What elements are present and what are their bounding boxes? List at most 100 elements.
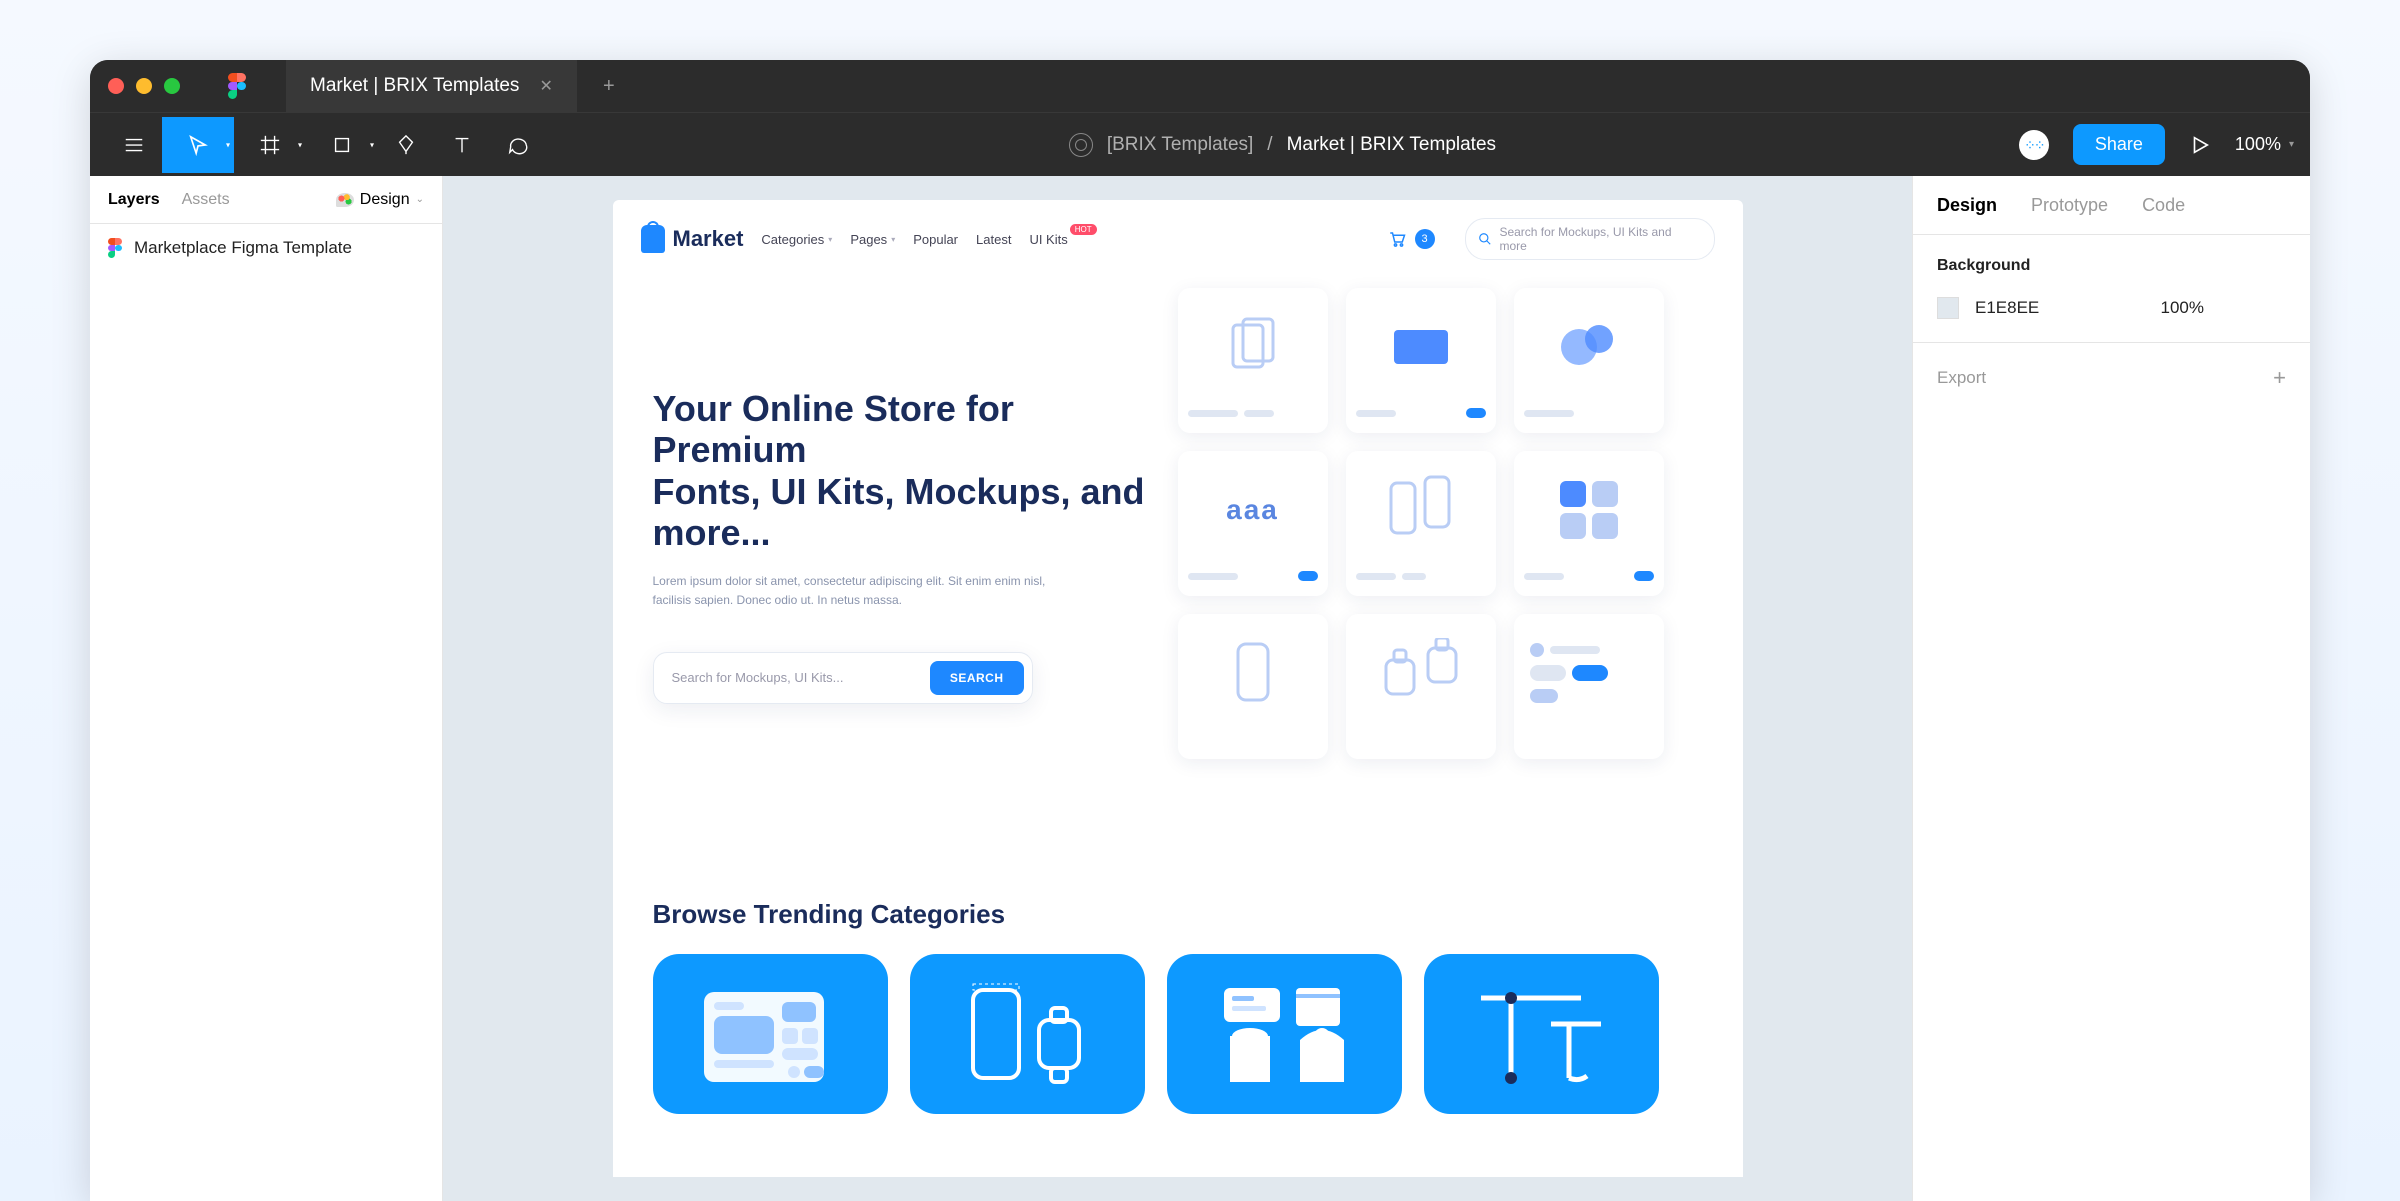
- product-card[interactable]: [1514, 288, 1664, 433]
- background-row[interactable]: E1E8EE 100%: [1937, 295, 2286, 320]
- chevron-down-icon: ▾: [828, 235, 832, 244]
- site-menu: Categories▾ Pages▾ Popular Latest UI Kit…: [761, 232, 1096, 247]
- nav-search[interactable]: Search for Mockups, UI Kits and more: [1465, 218, 1715, 260]
- menu-popular[interactable]: Popular: [913, 232, 958, 247]
- close-window-button[interactable]: [108, 78, 124, 94]
- toolbar-left: ▾ ▾ ▾: [106, 117, 546, 173]
- trending-section: Browse Trending Categories: [613, 869, 1743, 1114]
- tab-design[interactable]: Design: [1937, 195, 1997, 216]
- tab-assets[interactable]: Assets: [182, 191, 230, 209]
- tab-layers[interactable]: Layers: [108, 191, 160, 209]
- cart-button[interactable]: 3: [1387, 229, 1435, 249]
- breadcrumb-file: Market | BRIX Templates: [1287, 134, 1496, 156]
- background-hex[interactable]: E1E8EE: [1975, 298, 2039, 318]
- menu-latest[interactable]: Latest: [976, 232, 1011, 247]
- product-card[interactable]: [1346, 288, 1496, 433]
- nav-search-placeholder: Search for Mockups, UI Kits and more: [1499, 225, 1701, 253]
- figma-logo-icon[interactable]: [228, 73, 246, 99]
- chevron-down-icon: ▾: [298, 140, 302, 149]
- palette-icon: [336, 193, 354, 207]
- product-card[interactable]: [1514, 614, 1664, 759]
- menu-categories[interactable]: Categories▾: [761, 232, 832, 247]
- canvas[interactable]: Market Categories▾ Pages▾ Popular Latest…: [443, 176, 1912, 1201]
- right-panel-tabs: Design Prototype Code: [1913, 176, 2310, 234]
- breadcrumb-separator: /: [1267, 134, 1272, 156]
- tab-prototype[interactable]: Prototype: [2031, 195, 2108, 216]
- trending-heading: Browse Trending Categories: [653, 899, 1703, 930]
- team-avatar-icon: [1069, 133, 1093, 157]
- category-row: [653, 954, 1703, 1114]
- hero-search-button[interactable]: SEARCH: [930, 661, 1024, 695]
- page-dropdown-label: Design: [360, 191, 410, 209]
- product-card[interactable]: [1178, 614, 1328, 759]
- product-card[interactable]: [1346, 451, 1496, 596]
- zoom-dropdown[interactable]: 100% ▾: [2235, 134, 2294, 155]
- page-dropdown[interactable]: Design ⌄: [336, 191, 424, 209]
- minimize-window-button[interactable]: [136, 78, 152, 94]
- artboard[interactable]: Market Categories▾ Pages▾ Popular Latest…: [613, 200, 1743, 1177]
- hero-description: Lorem ipsum dolor sit amet, consectetur …: [653, 572, 1053, 610]
- visibility-toggle[interactable]: [2266, 295, 2286, 320]
- menu-pages[interactable]: Pages▾: [850, 232, 895, 247]
- color-swatch[interactable]: [1937, 297, 1959, 319]
- frame-tool[interactable]: ▾: [234, 117, 306, 173]
- present-button[interactable]: [2189, 117, 2211, 173]
- main-menu-button[interactable]: [106, 117, 162, 173]
- shape-tool[interactable]: ▾: [306, 117, 378, 173]
- hero-search: SEARCH: [653, 652, 1033, 704]
- text-tool[interactable]: [434, 117, 490, 173]
- chevron-down-icon: ▾: [891, 235, 895, 244]
- right-panel: Design Prototype Code Background E1E8EE …: [1912, 176, 2310, 1201]
- menu-uikits[interactable]: UI KitsHOT: [1029, 232, 1096, 247]
- hero-left: Your Online Store for Premium Fonts, UI …: [653, 318, 1178, 789]
- bag-icon: [641, 225, 665, 253]
- background-heading: Background: [1937, 257, 2286, 275]
- breadcrumb[interactable]: [BRIX Templates] / Market | BRIX Templat…: [1069, 133, 1496, 157]
- toolbar-right: ⁘⁘ Share 100% ▾: [2019, 117, 2294, 173]
- frame-icon: [108, 238, 122, 258]
- share-button[interactable]: Share: [2073, 124, 2165, 165]
- move-tool[interactable]: ▾: [162, 117, 234, 173]
- site-logo-text: Market: [673, 226, 744, 252]
- export-heading: Export: [1937, 368, 1986, 388]
- add-export-button[interactable]: +: [2273, 365, 2286, 391]
- cart-count-badge: 3: [1415, 229, 1435, 249]
- maximize-window-button[interactable]: [164, 78, 180, 94]
- search-icon: [1478, 232, 1492, 246]
- left-panel: Layers Assets Design ⌄ Marketplace Figma…: [90, 176, 443, 1201]
- category-card-mockups[interactable]: [910, 954, 1145, 1114]
- hero-cards-grid: aaa: [1178, 288, 1703, 759]
- product-card[interactable]: [1178, 288, 1328, 433]
- user-avatar[interactable]: ⁘⁘: [2019, 130, 2049, 160]
- site-nav: Market Categories▾ Pages▾ Popular Latest…: [613, 200, 1743, 278]
- toolbar: ▾ ▾ ▾ [BRIX Templates] / M: [90, 112, 2310, 176]
- figma-window: Market | BRIX Templates ✕ + ▾ ▾ ▾: [90, 60, 2310, 1201]
- product-card[interactable]: aaa: [1178, 451, 1328, 596]
- titlebar: Market | BRIX Templates ✕ +: [90, 60, 2310, 112]
- background-section: Background E1E8EE 100%: [1913, 234, 2310, 342]
- new-tab-button[interactable]: +: [593, 75, 625, 98]
- hot-badge: HOT: [1070, 224, 1097, 235]
- comment-tool[interactable]: [490, 117, 546, 173]
- category-card-fonts[interactable]: [1424, 954, 1659, 1114]
- layer-name: Marketplace Figma Template: [134, 238, 352, 258]
- breadcrumb-team: [BRIX Templates]: [1107, 134, 1253, 156]
- app-body: Layers Assets Design ⌄ Marketplace Figma…: [90, 176, 2310, 1201]
- file-tab[interactable]: Market | BRIX Templates ✕: [286, 60, 577, 112]
- chevron-down-icon: ▾: [2289, 139, 2294, 150]
- pen-tool[interactable]: [378, 117, 434, 173]
- hero-title: Your Online Store for Premium Fonts, UI …: [653, 388, 1178, 554]
- product-card[interactable]: [1346, 614, 1496, 759]
- cart-icon: [1387, 230, 1407, 248]
- tab-code[interactable]: Code: [2142, 195, 2185, 216]
- close-tab-icon[interactable]: ✕: [539, 76, 552, 96]
- category-card-uikit[interactable]: [653, 954, 888, 1114]
- site-logo[interactable]: Market: [641, 225, 744, 253]
- file-tab-title: Market | BRIX Templates: [310, 75, 519, 97]
- zoom-value: 100%: [2235, 134, 2281, 155]
- product-card[interactable]: [1514, 451, 1664, 596]
- hero-search-input[interactable]: [672, 670, 930, 685]
- background-opacity[interactable]: 100%: [2161, 298, 2204, 318]
- category-card-ecommerce[interactable]: [1167, 954, 1402, 1114]
- layer-item[interactable]: Marketplace Figma Template: [90, 224, 442, 272]
